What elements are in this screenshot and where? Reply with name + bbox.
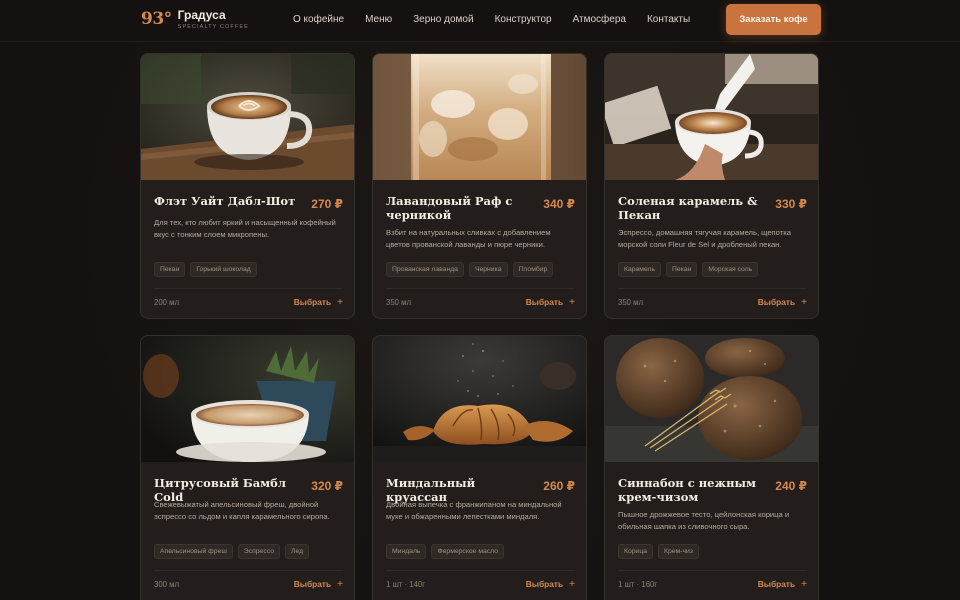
product-title: Флэт Уайт Дабл-Шот xyxy=(154,194,296,208)
brand-tagline: SPECIALTY COFFEE xyxy=(177,24,249,30)
select-label: Выбрать xyxy=(293,297,332,307)
select-button[interactable]: Выбрать + xyxy=(758,297,807,307)
plus-icon: + xyxy=(337,578,343,590)
product-tags: Корица Крем-чиз xyxy=(618,544,704,559)
nav-item-atmosphere[interactable]: Атмосфера xyxy=(573,13,626,27)
product-tag: Апельсиновый фреш xyxy=(154,544,233,559)
select-label: Выбрать xyxy=(525,579,564,589)
plus-icon: + xyxy=(801,296,807,308)
product-description: Для тех, кто любит яркий и насыщенный ко… xyxy=(154,218,336,239)
product-tag: Эспрессо xyxy=(237,544,280,559)
product-image-cappuccino xyxy=(141,336,354,462)
select-button[interactable]: Выбрать + xyxy=(526,297,575,307)
product-volume: 350 мл xyxy=(386,298,412,307)
select-label: Выбрать xyxy=(293,579,332,589)
product-description: Двойная выпечка с франжипаном на миндаль… xyxy=(386,500,562,521)
card-body: Цитрусовый Бамбл Cold 320 ₽ Свежевыжатый… xyxy=(141,462,354,600)
product-price: 240 ₽ xyxy=(775,479,807,493)
product-tags: Карамель Пекан Морская соль xyxy=(618,262,763,277)
product-tag: Черника xyxy=(468,262,508,277)
product-tag: Карамель xyxy=(618,262,662,277)
product-tag: Горький шоколад xyxy=(190,262,257,277)
card-body: Миндальный круассан 260 ₽ Двойная выпечк… xyxy=(373,462,586,600)
product-card: Миндальный круассан 260 ₽ Двойная выпечк… xyxy=(372,335,587,600)
product-tag: Миндаль xyxy=(386,544,427,559)
brand-text: Градуса SPECIALTY COFFEE xyxy=(178,9,249,31)
product-description: Пышное дрожжевое тесто, цейлонская кориц… xyxy=(618,510,790,531)
product-volume: 1 шт · 140г xyxy=(386,580,426,589)
product-tag: Пломбир xyxy=(512,262,554,277)
product-card: Соленая карамель & Пекан 330 ₽ Эспрессо,… xyxy=(604,53,819,319)
product-volume: 1 шт · 160г xyxy=(618,580,658,589)
product-tag: Прованская лаванда xyxy=(386,262,464,277)
product-image-lavender-raf xyxy=(373,54,586,180)
order-coffee-button[interactable]: Заказать кофе xyxy=(726,4,821,35)
product-description: Эспрессо, домашняя тягучая карамель, щеп… xyxy=(618,228,791,249)
nav-item-menu[interactable]: Меню xyxy=(365,13,392,27)
nav-item-about[interactable]: О кофейне xyxy=(293,13,344,27)
nav-item-constructor[interactable]: Конструктор xyxy=(495,13,552,27)
product-image-croissant xyxy=(373,336,586,462)
main-nav: О кофейне Меню Зерно домой Конструктор А… xyxy=(293,13,711,27)
card-body: Синнабон с нежным крем-чизом 240 ₽ Пышно… xyxy=(605,462,818,600)
product-volume: 300 мл xyxy=(154,580,180,589)
plus-icon: + xyxy=(569,296,575,308)
product-tag: Пекан xyxy=(154,262,186,277)
product-volume: 200 мл xyxy=(154,298,180,307)
select-label: Выбрать xyxy=(757,297,796,307)
card-divider xyxy=(154,570,343,571)
card-body: Лавандовый Раф с черникой 340 ₽ Взбит на… xyxy=(373,180,586,318)
product-image-latte-pour xyxy=(605,54,818,180)
product-card: Лавандовый Раф с черникой 340 ₽ Взбит на… xyxy=(372,53,587,319)
product-description: Взбит на натуральных сливках с добавлени… xyxy=(386,228,551,249)
select-button[interactable]: Выбрать + xyxy=(526,579,575,589)
plus-icon: + xyxy=(801,578,807,590)
brand-name: Градуса xyxy=(177,8,226,22)
nav-item-beans[interactable]: Зерно домой xyxy=(413,13,473,27)
product-volume: 350 мл xyxy=(618,298,644,307)
product-image-bread xyxy=(605,336,818,462)
select-label: Выбрать xyxy=(525,297,564,307)
product-title: Лавандовый Раф с черникой xyxy=(386,194,513,222)
product-tags: Пекан Горький шоколад xyxy=(154,262,262,277)
plus-icon: + xyxy=(569,578,575,590)
select-button[interactable]: Выбрать + xyxy=(758,579,807,589)
card-body: Флэт Уайт Дабл-Шот 270 ₽ Для тех, кто лю… xyxy=(141,180,354,318)
product-tags: Миндаль Фермерское масло xyxy=(386,544,509,559)
brand-logo[interactable]: 93° Градуса SPECIALTY COFFEE xyxy=(141,9,249,31)
card-divider xyxy=(154,288,343,289)
product-tag: Морская соль xyxy=(702,262,759,277)
product-image-flat-white xyxy=(141,54,354,180)
card-divider xyxy=(618,288,807,289)
product-price: 320 ₽ xyxy=(311,479,343,493)
product-title: Соленая карамель & Пекан xyxy=(618,194,758,222)
product-card: Цитрусовый Бамбл Cold 320 ₽ Свежевыжатый… xyxy=(140,335,355,600)
select-button[interactable]: Выбрать + xyxy=(294,579,343,589)
product-tag: Лед xyxy=(284,544,310,559)
product-price: 330 ₽ xyxy=(775,197,807,211)
nav-item-contacts[interactable]: Контакты xyxy=(647,13,690,27)
select-button[interactable]: Выбрать + xyxy=(294,297,343,307)
product-price: 260 ₽ xyxy=(543,479,575,493)
card-body: Соленая карамель & Пекан 330 ₽ Эспрессо,… xyxy=(605,180,818,318)
card-divider xyxy=(618,570,807,571)
product-tags: Апельсиновый фреш Эспрессо Лед xyxy=(154,544,314,559)
card-divider xyxy=(386,288,575,289)
product-price: 270 ₽ xyxy=(311,197,343,211)
product-price: 340 ₽ xyxy=(543,197,575,211)
site-header: 93° Градуса SPECIALTY COFFEE О кофейне М… xyxy=(0,0,960,42)
product-tag: Пекан xyxy=(666,262,698,277)
product-tag: Фермерское масло xyxy=(431,544,505,559)
product-card: Синнабон с нежным крем-чизом 240 ₽ Пышно… xyxy=(604,335,819,600)
brand-mark: 93° xyxy=(141,9,172,29)
plus-icon: + xyxy=(337,296,343,308)
product-tags: Прованская лаванда Черника Пломбир xyxy=(386,262,558,277)
product-description: Свежевыжатый апельсиновый фреш, двойной … xyxy=(154,500,330,521)
product-card: Флэт Уайт Дабл-Шот 270 ₽ Для тех, кто лю… xyxy=(140,53,355,319)
card-divider xyxy=(386,570,575,571)
product-title: Синнабон с нежным крем-чизом xyxy=(618,476,757,504)
select-label: Выбрать xyxy=(757,579,796,589)
product-tag: Крем-чиз xyxy=(658,544,699,559)
product-tag: Корица xyxy=(618,544,653,559)
